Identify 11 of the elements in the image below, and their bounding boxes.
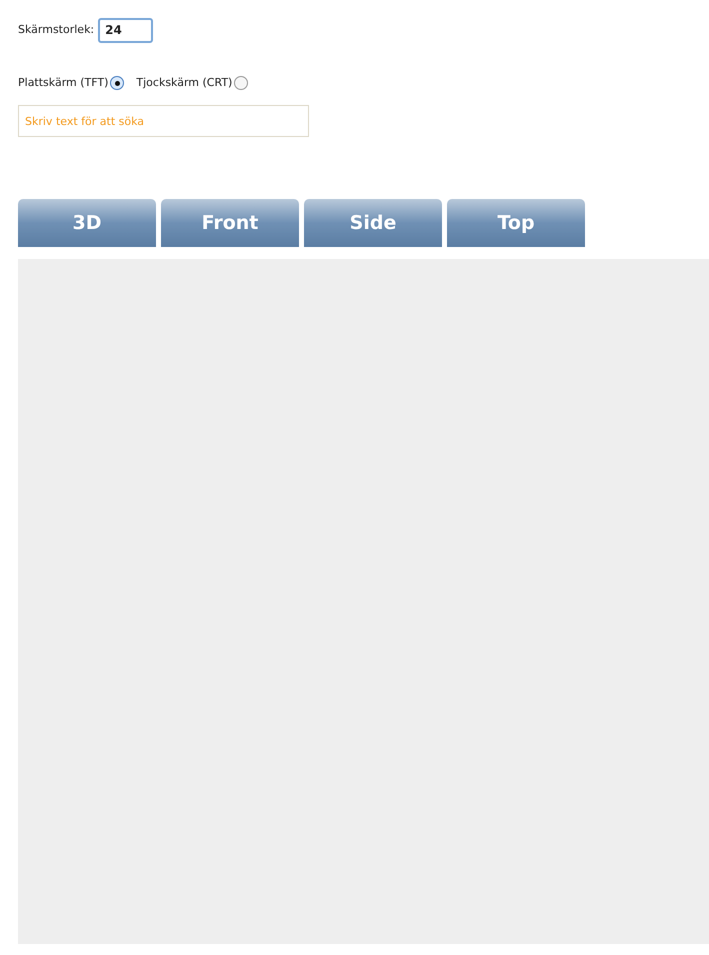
screen-size-field[interactable]: 24	[98, 18, 154, 42]
search-field[interactable]: Skriv text för att söka	[18, 105, 309, 137]
radio-label: Tjockskärm (CRT)	[136, 74, 232, 91]
view-tab[interactable]: Front	[161, 199, 299, 247]
view-tab[interactable]: 3D	[18, 199, 156, 247]
view-tab[interactable]: Top	[447, 199, 585, 247]
radio-label: Plattskärm (TFT)	[18, 74, 108, 91]
radio-button[interactable]	[234, 76, 248, 90]
screen-size-label: Skärmstorlek:	[18, 22, 94, 38]
radio-button[interactable]	[110, 76, 124, 90]
view-tab[interactable]: Side	[304, 199, 442, 247]
